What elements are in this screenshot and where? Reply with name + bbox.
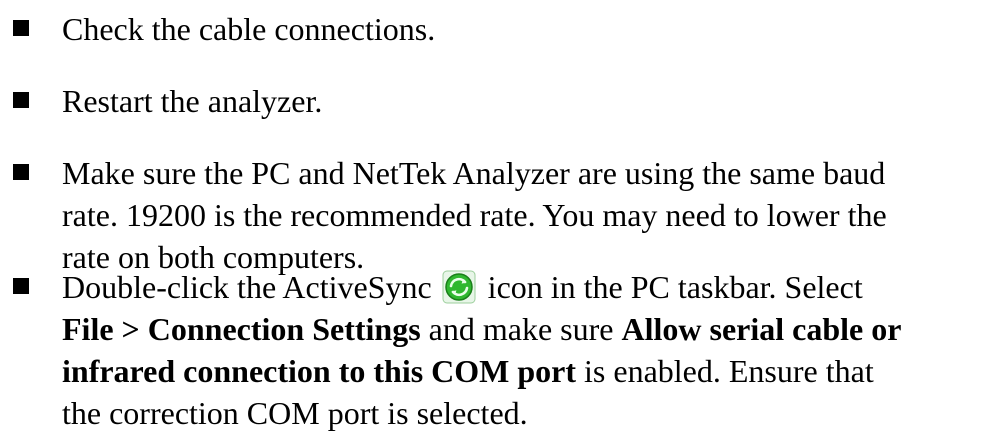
bullet-marker (13, 164, 29, 180)
text-line: rate. 19200 is the recommended rate. You… (62, 197, 887, 233)
text-line: Double-click the ActiveSync icon in the … (62, 266, 977, 308)
text-fragment: Double-click the ActiveSync (62, 269, 432, 305)
activesync-icon (442, 270, 476, 304)
bullet-marker (13, 92, 29, 108)
text-line: infrared connection to this COM port is … (62, 350, 977, 392)
text-line: the correction COM port is selected. (62, 395, 528, 431)
text-fragment: is enabled. Ensure that (584, 353, 874, 389)
text-line: File > Connection Settings and make sure… (62, 308, 977, 350)
text-fragment: icon in the PC taskbar. Select (487, 269, 863, 305)
bullet-marker (13, 278, 29, 294)
text-fragment: and make sure (428, 311, 614, 347)
menu-path: File > Connection Settings (62, 311, 421, 347)
text-line: Make sure the PC and NetTek Analyzer are… (62, 155, 886, 191)
setting-name: infrared connection to this COM port (62, 353, 577, 389)
bullet-text: Restart the analyzer. (62, 83, 323, 119)
bullet-text: Make sure the PC and NetTek Analyzer are… (62, 152, 977, 278)
setting-name: Allow serial cable or (621, 311, 902, 347)
bullet-text: Check the cable connections. (62, 11, 436, 47)
bullet-marker (13, 20, 29, 36)
bullet-text: Double-click the ActiveSync icon in the … (62, 266, 977, 434)
